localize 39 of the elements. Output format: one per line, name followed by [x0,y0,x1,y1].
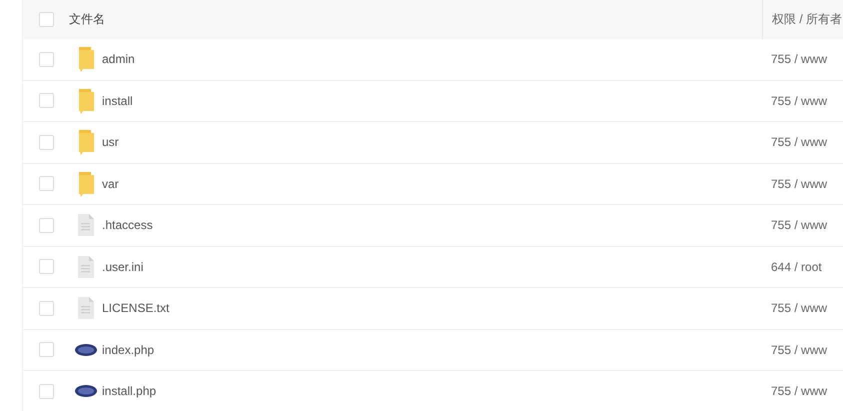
folder-icon [76,129,94,156]
folder-icon [76,46,94,72]
checkbox[interactable] [38,342,54,358]
checkbox[interactable] [38,134,54,150]
file-name[interactable]: usr [102,135,119,150]
file-name[interactable]: install [102,94,133,108]
checkbox[interactable] [38,176,54,192]
document-icon [78,297,94,320]
permission-text: 755 / www [771,342,828,357]
oval-logo-icon [74,385,96,398]
document-icon [78,256,94,278]
folder-icon [76,88,94,114]
checkbox[interactable] [38,259,54,274]
permission-text: 644 / root [771,260,822,274]
document-icon [78,214,94,236]
file-name[interactable]: admin [102,52,135,66]
column-header: 文件名 [69,11,105,28]
permission-text: 755 / www [771,218,828,232]
folder-icon [76,170,94,197]
column-header: 权限 / 所有者 [772,11,842,28]
permission-text: 755 / www [771,52,828,66]
checkbox[interactable] [38,93,54,108]
file-name[interactable]: install.php [102,384,156,398]
checkbox[interactable] [38,300,54,316]
file-name[interactable]: var [102,176,119,191]
file-name[interactable]: LICENSE.txt [102,301,170,316]
permission-text: 755 / www [771,301,828,316]
permission-text: 755 / www [771,135,828,150]
file-name[interactable]: .user.ini [102,260,144,274]
checkbox[interactable] [38,218,54,233]
permission-text: 755 / www [771,176,828,191]
oval-logo-icon [74,344,96,356]
file-name[interactable]: .htaccess [102,218,153,232]
file-name[interactable]: index.php [102,342,154,357]
permission-text: 755 / www [771,384,828,398]
checkbox[interactable] [38,384,54,399]
permission-text: 755 / www [771,94,828,108]
checkbox[interactable] [38,52,54,67]
checkbox[interactable] [38,12,54,27]
